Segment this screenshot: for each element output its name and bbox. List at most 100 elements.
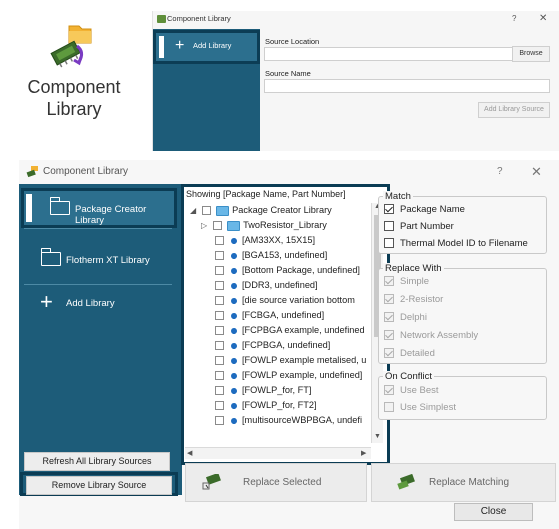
- checkbox-icon[interactable]: [215, 281, 224, 291]
- checkbox-icon[interactable]: [215, 416, 224, 426]
- checkbox-icon[interactable]: [384, 238, 394, 249]
- tree-item-label: [FCPBGA, undefined]: [242, 340, 331, 350]
- checkbox-icon[interactable]: [384, 348, 394, 359]
- match-title: Match: [383, 191, 413, 202]
- tree-item[interactable]: [die source variation bottom: [215, 295, 369, 310]
- tree-root-item[interactable]: ◢ Package Creator Library: [190, 205, 369, 220]
- checkbox-icon[interactable]: [202, 206, 212, 216]
- option-label: Detailed: [400, 348, 435, 359]
- collapse-arrow-icon[interactable]: ◢: [190, 206, 196, 215]
- scroll-down-icon[interactable]: ▼: [374, 433, 381, 440]
- sidebar-item-package-creator-library[interactable]: Package Creator Library: [21, 188, 177, 228]
- on-conflict-group: On Conflict Use Best Use Simplest: [378, 371, 547, 420]
- checkbox-icon[interactable]: [384, 204, 394, 215]
- tree-item[interactable]: [FOWLP_for, FT2]: [215, 400, 369, 415]
- checkbox-icon[interactable]: [215, 251, 224, 261]
- checkbox-icon[interactable]: [384, 330, 394, 341]
- checkbox-icon[interactable]: [215, 326, 224, 336]
- tree-item[interactable]: [FOWLP example, undefined]: [215, 370, 369, 385]
- tree-item[interactable]: [FCBGA, undefined]: [215, 310, 369, 325]
- replace-chip-icon: [397, 474, 415, 490]
- close-icon[interactable]: ✕: [531, 164, 542, 180]
- checkbox-icon[interactable]: [384, 312, 394, 323]
- help-icon[interactable]: ?: [512, 14, 516, 23]
- app-icon: [26, 166, 38, 178]
- checkbox-icon[interactable]: [215, 296, 224, 306]
- remove-library-source-button[interactable]: Remove Library Source: [26, 476, 172, 495]
- replace-delphi-checkbox[interactable]: Delphi: [384, 312, 427, 323]
- checkbox-icon[interactable]: [384, 385, 394, 396]
- option-label: Network Assembly: [400, 330, 479, 341]
- component-icon: [230, 281, 238, 290]
- component-icon: [230, 371, 238, 380]
- conflict-use-simplest-checkbox[interactable]: Use Simplest: [384, 402, 456, 413]
- divider: [24, 228, 172, 229]
- replace-simple-checkbox[interactable]: Simple: [384, 276, 429, 287]
- library-tree-panel: Showing [Package Name, Part Number] ◢ Pac…: [181, 184, 390, 465]
- scroll-left-icon[interactable]: ◀: [187, 449, 192, 457]
- plus-icon: +: [175, 37, 185, 54]
- tree-item[interactable]: [DDR3, undefined]: [215, 280, 369, 295]
- tree-item-label: [FCBGA, undefined]: [242, 310, 325, 320]
- component-icon: [230, 401, 238, 410]
- browse-button[interactable]: Browse: [512, 46, 550, 62]
- checkbox-icon[interactable]: [215, 401, 224, 411]
- sidebar-item-flotherm-xt-library[interactable]: Flotherm XT Library: [19, 244, 177, 278]
- sidebar-item-add-library[interactable]: + Add Library: [19, 287, 177, 321]
- preview-add-library-button[interactable]: + Add Library: [153, 30, 260, 64]
- checkbox-icon[interactable]: [384, 294, 394, 305]
- replace-detailed-checkbox[interactable]: Detailed: [384, 348, 435, 359]
- option-label: Simple: [400, 276, 430, 287]
- tree-item[interactable]: [Bottom Package, undefined]: [215, 265, 369, 280]
- component-icon: [230, 236, 238, 245]
- checkbox-icon[interactable]: [384, 221, 394, 232]
- checkbox-icon[interactable]: [215, 311, 224, 321]
- tree-item-label: [die source variation bottom: [242, 295, 355, 305]
- conflict-use-best-checkbox[interactable]: Use Best: [384, 385, 439, 396]
- refresh-all-library-sources-button[interactable]: Refresh All Library Sources: [24, 452, 170, 471]
- tree-item[interactable]: [multisourceWBPBGA, undefi: [215, 415, 369, 430]
- tree-item-label: [DDR3, undefined]: [242, 280, 318, 290]
- checkbox-icon[interactable]: [384, 402, 394, 413]
- checkbox-icon[interactable]: [213, 221, 223, 231]
- tree-item[interactable]: [FOWLP example metalised, u: [215, 355, 369, 370]
- tree-item[interactable]: [FCPBGA example, undefined: [215, 325, 369, 340]
- checkbox-icon[interactable]: [215, 356, 224, 366]
- source-location-input[interactable]: [264, 47, 514, 61]
- hero-title-line1: Component: [27, 77, 121, 97]
- folder-icon: [40, 248, 61, 266]
- source-name-input[interactable]: [264, 79, 550, 93]
- checkbox-icon[interactable]: [215, 341, 224, 351]
- replace-matching-button[interactable]: Replace Matching: [371, 463, 556, 502]
- tree-item-label: [FOWLP example metalised, u: [242, 355, 367, 365]
- option-label: Thermal Model ID to Filename: [400, 238, 528, 249]
- tree-item[interactable]: [BGA153, undefined]: [215, 250, 369, 265]
- option-label: Package Name: [400, 204, 465, 215]
- close-icon[interactable]: ✕: [539, 13, 547, 24]
- tree-item[interactable]: [FCPBGA, undefined]: [215, 340, 369, 355]
- checkbox-icon[interactable]: [384, 276, 394, 287]
- match-thermal-model-checkbox[interactable]: Thermal Model ID to Filename: [384, 238, 528, 249]
- tree-item[interactable]: [AM33XX, 15X15]: [215, 235, 369, 250]
- tree-root-label: Package Creator Library: [232, 205, 332, 215]
- checkbox-icon[interactable]: [215, 236, 224, 246]
- add-library-source-button[interactable]: Add Library Source: [478, 102, 550, 118]
- replace-2-resistor-checkbox[interactable]: 2-Resistor: [384, 294, 443, 305]
- replace-selected-button[interactable]: Replace Selected: [185, 463, 367, 502]
- horizontal-scrollbar[interactable]: ◀ ▶: [185, 447, 371, 459]
- match-package-name-checkbox[interactable]: Package Name: [384, 204, 465, 215]
- checkbox-icon[interactable]: [215, 386, 224, 396]
- expand-arrow-icon[interactable]: ▷: [201, 221, 207, 230]
- close-button[interactable]: Close: [454, 503, 533, 521]
- tree-item[interactable]: [FOWLP_for, FT]: [215, 385, 369, 400]
- match-part-number-checkbox[interactable]: Part Number: [384, 221, 454, 232]
- help-icon[interactable]: ?: [497, 166, 503, 177]
- window-title: Component Library: [43, 166, 129, 177]
- checkbox-icon[interactable]: [215, 371, 224, 381]
- checkbox-icon[interactable]: [215, 266, 224, 276]
- scroll-right-icon[interactable]: ▶: [361, 449, 366, 457]
- component-icon: [230, 326, 238, 335]
- tree-folder-item[interactable]: ▷ TwoResistor_Library: [201, 220, 369, 235]
- tree-item-label: [multisourceWBPBGA, undefi: [242, 415, 362, 425]
- replace-network-assembly-checkbox[interactable]: Network Assembly: [384, 330, 478, 341]
